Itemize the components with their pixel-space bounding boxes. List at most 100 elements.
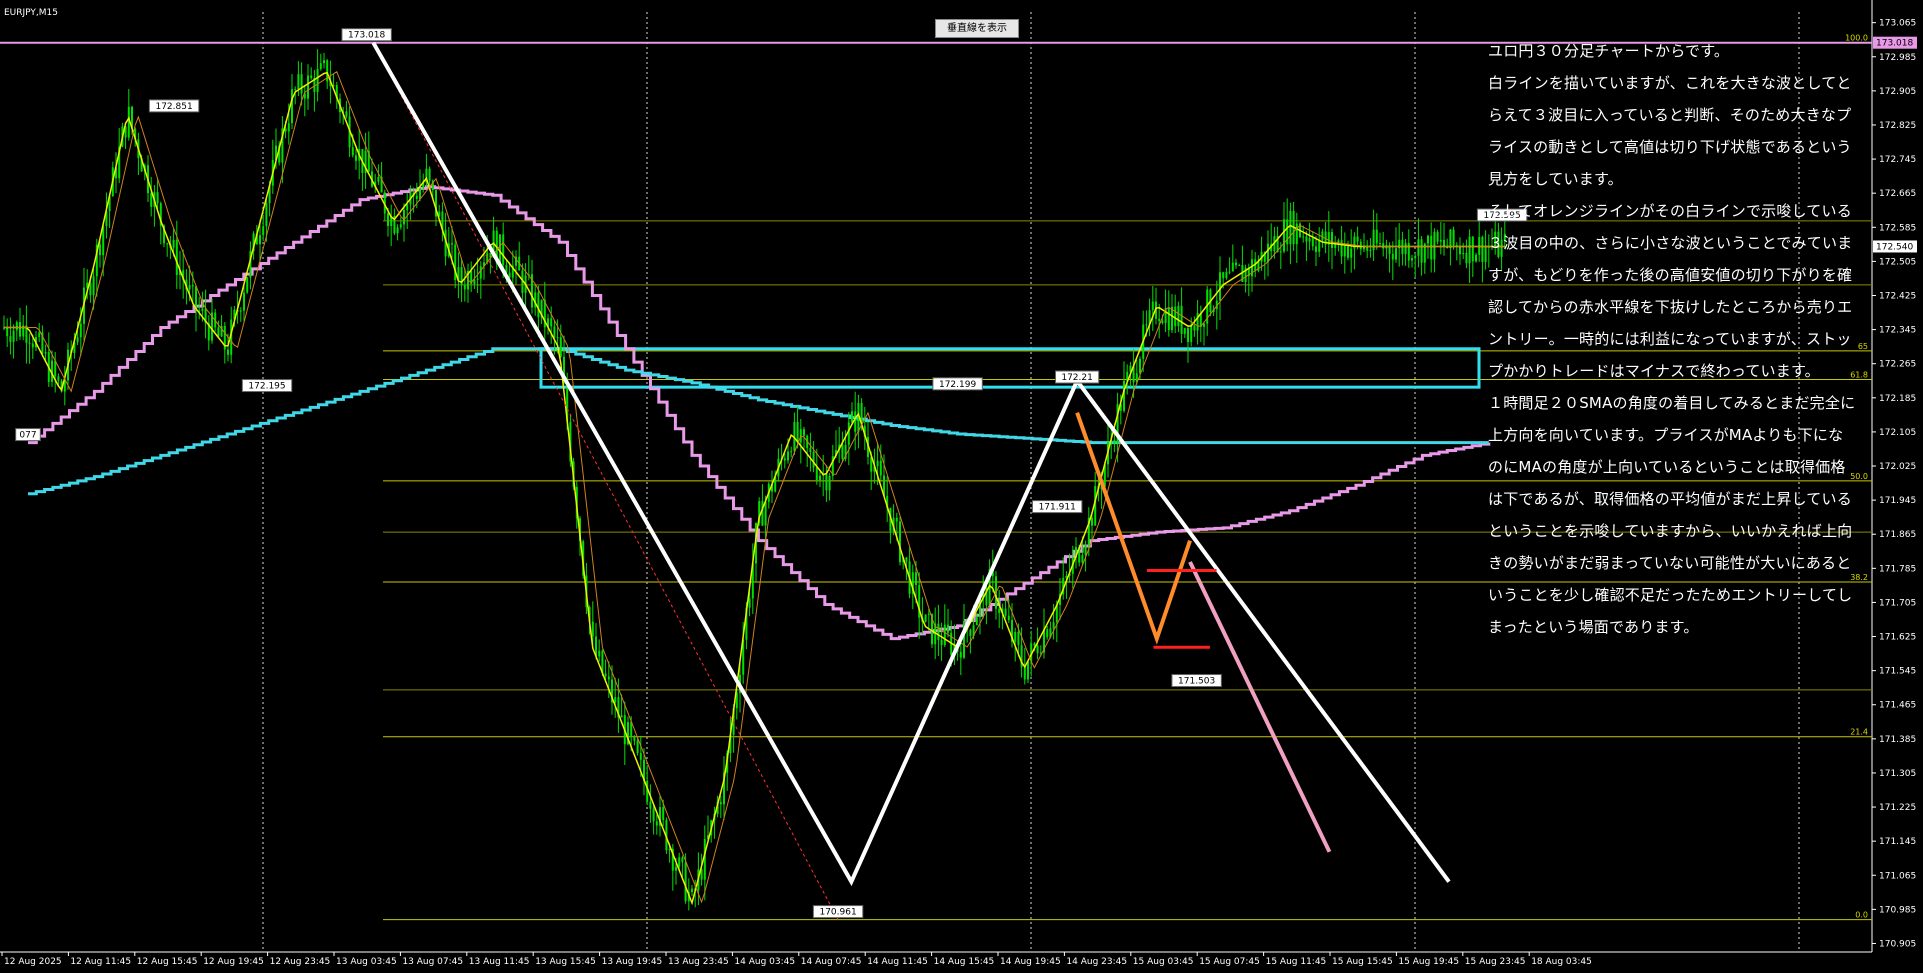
candle-body: [259, 235, 261, 245]
price-tick-label: 172.985: [1879, 53, 1916, 63]
candle-body: [476, 278, 479, 280]
candle-body: [345, 111, 348, 117]
candle-body: [1238, 265, 1241, 267]
candle-body: [1180, 305, 1183, 334]
price-tick-label: 172.665: [1879, 189, 1916, 199]
commentary-line: いうことを少し確認不足だったためエントリーしてし: [1488, 586, 1853, 604]
candle-body: [38, 332, 41, 338]
candle-body: [1081, 555, 1084, 563]
candle-body: [1340, 240, 1343, 257]
price-tick-label: 171.305: [1879, 769, 1916, 779]
candle-body: [1308, 238, 1311, 242]
time-tick-label: 13 Aug 15:45: [535, 957, 596, 967]
candle-body: [44, 352, 47, 354]
candle-body: [387, 213, 389, 226]
candle-body: [790, 451, 793, 453]
price-tick-label: 171.705: [1879, 598, 1916, 608]
show-vertical-lines-button[interactable]: 垂直線を表示: [935, 19, 1019, 38]
candle-body: [262, 226, 265, 236]
candle-body: [156, 192, 159, 204]
price-tick-label: 172.585: [1879, 223, 1916, 233]
candle-body: [1219, 272, 1221, 301]
candle-body: [1471, 236, 1474, 262]
candle-body: [604, 673, 607, 677]
candle-body: [841, 444, 844, 459]
candle-body: [479, 266, 482, 279]
price-tick-label: 171.945: [1879, 496, 1916, 506]
candle-body: [636, 740, 639, 754]
time-tick-label: 13 Aug 11:45: [469, 957, 530, 967]
candle-body: [828, 475, 831, 491]
candle-body: [396, 227, 399, 234]
candle-body: [559, 337, 562, 357]
commentary-line: 白ラインを描いていますが、これを大きな波としてと: [1488, 74, 1852, 92]
candle-body: [1279, 251, 1282, 253]
candle-body: [79, 323, 82, 338]
candle-body: [1436, 232, 1439, 242]
candle-body: [649, 801, 652, 809]
candle-body: [1183, 327, 1186, 334]
price-tick-label: 172.185: [1879, 394, 1916, 404]
candle-body: [1123, 380, 1125, 411]
symbol-label: EURJPY,M15: [4, 8, 58, 18]
price-tick-label: 171.145: [1879, 837, 1916, 847]
time-tick-label: 12 Aug 11:45: [70, 957, 131, 967]
candle-body: [1459, 246, 1461, 255]
candle-body: [1311, 238, 1314, 247]
candle-body: [1036, 645, 1039, 654]
candle-body: [1231, 262, 1234, 272]
candle-body: [1084, 544, 1087, 556]
price-tick-label: 171.865: [1879, 530, 1916, 540]
candle-body: [1225, 271, 1228, 279]
candle-body: [620, 715, 623, 718]
time-tick-label: 12 Aug 19:45: [203, 957, 264, 967]
commentary-line: プかかりトレードはマイナスで終わっています。: [1488, 362, 1820, 380]
candle-body: [92, 276, 95, 296]
candle-body: [915, 572, 917, 585]
candle-body: [553, 326, 556, 338]
candle-body: [499, 234, 501, 264]
candle-body: [662, 807, 665, 821]
candle-body: [1004, 608, 1007, 616]
time-tick-label: 18 Aug 03:45: [1531, 957, 1592, 967]
price-tick-label: 171.625: [1879, 633, 1916, 643]
commentary-line: 認してからの赤水平線を下抜けしたところから売りエ: [1488, 298, 1853, 316]
price-tick-label: 172.825: [1879, 121, 1916, 131]
candle-body: [847, 422, 850, 445]
commentary-line: きの勢いがまだ弱まっていない可能性が大いにあると: [1488, 554, 1852, 572]
candle-body: [899, 521, 901, 563]
price-tick-label: 172.345: [1879, 326, 1916, 336]
commentary-text: ユロ円３０分足チャートからです。 白ラインを描いていますが、これを大きな波としてと…: [1488, 35, 1880, 643]
candle-body: [1417, 239, 1420, 256]
candle-body: [1331, 232, 1333, 249]
commentary-line: 上方向を向いています。プライスがMAよりも下にな: [1488, 426, 1844, 444]
candle-body: [1334, 244, 1337, 249]
candle-body: [1033, 643, 1036, 646]
chart-window[interactable]: 100.0 65 61.8 50.0 38.2 21.4 0.0 173.018 172.851…: [0, 0, 1923, 973]
candle-body: [175, 239, 178, 275]
time-tick-label: 13 Aug 23:45: [668, 957, 729, 967]
candle-body: [675, 866, 677, 871]
candle-body: [969, 629, 972, 636]
candle-body: [924, 614, 927, 622]
price-tick-label: 170.985: [1879, 905, 1916, 915]
candle-body: [998, 608, 1001, 613]
candle-body: [1289, 210, 1292, 245]
candle-body: [1305, 236, 1308, 242]
commentary-line: すが、もどりを作った後の高値安値の切り下がりを確: [1488, 266, 1853, 284]
commentary-line: １時間足２０SMAの角度の着目してみるとまだ完全に: [1488, 394, 1856, 412]
candle-body: [1023, 666, 1026, 680]
candle-body: [854, 411, 857, 432]
candle-body: [1174, 306, 1177, 327]
candle-body: [809, 448, 812, 453]
candle-body: [1046, 629, 1049, 638]
candle-body: [1187, 327, 1189, 342]
candle-body: [1267, 243, 1269, 262]
candle-body: [1420, 239, 1423, 263]
candle-body: [297, 74, 300, 90]
candle-body: [825, 474, 828, 491]
candle-body: [748, 598, 751, 608]
candle-body: [191, 285, 194, 287]
candle-body: [217, 327, 220, 337]
candle-body: [803, 429, 805, 436]
